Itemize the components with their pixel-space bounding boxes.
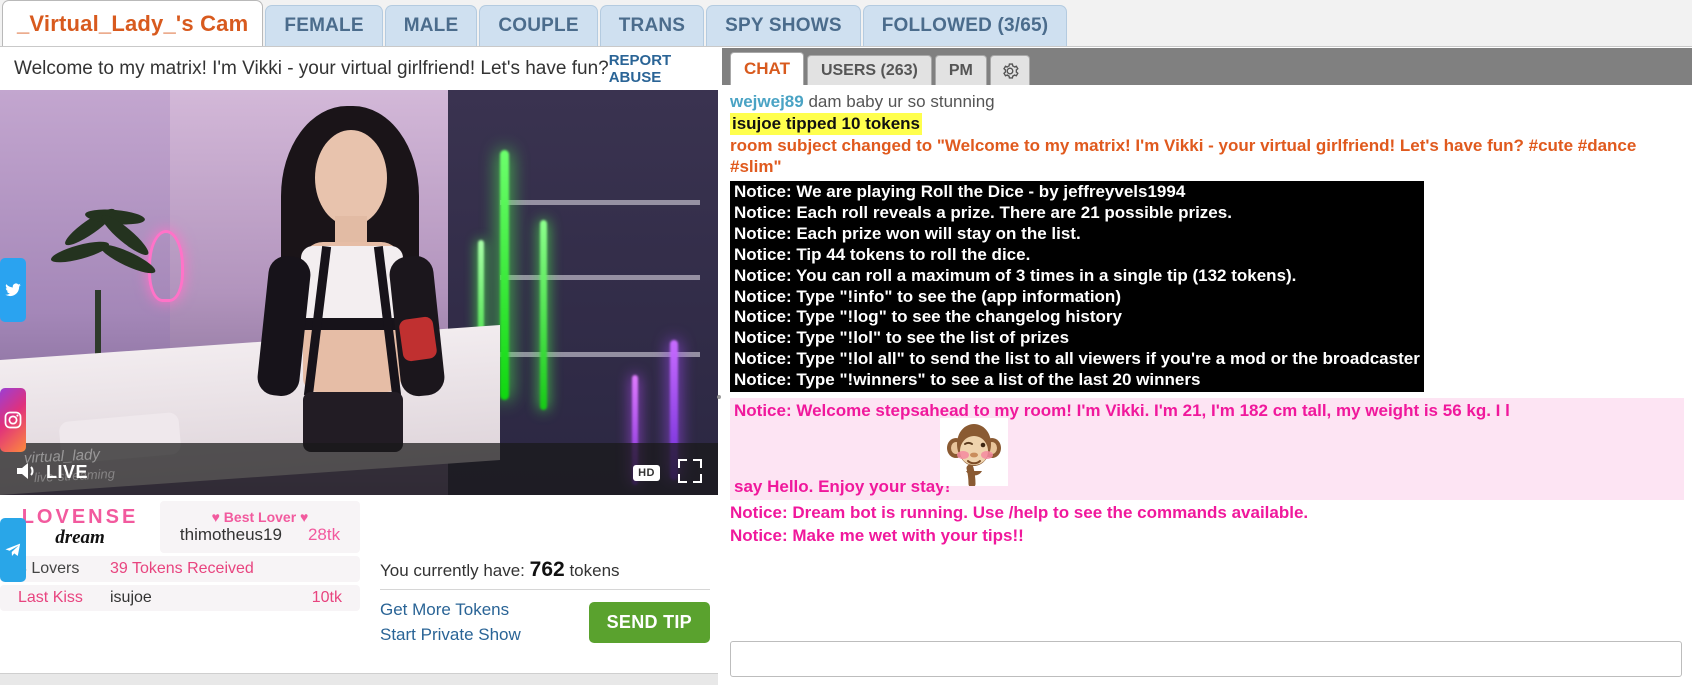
- room-subject-bar: Welcome to my matrix! I'm Vikki - your v…: [0, 48, 718, 90]
- last-kiss-name: isujoe: [110, 589, 152, 606]
- dream-bot-notice: Notice: Dream bot is running. Use /help …: [730, 502, 1309, 522]
- notice-line: Notice: Type "!lol all" to send the list…: [734, 349, 1420, 369]
- best-lover-name: thimotheus19: [179, 525, 282, 544]
- tab-trans[interactable]: TRANS: [599, 5, 705, 46]
- wet-tips-notice: Notice: Make me wet with your tips!!: [730, 525, 1024, 545]
- chat-column: CHAT USERS (263) PM wejwej89 dam baby ur…: [722, 48, 1692, 685]
- lovense-panel: LOVENSE dream ♥ Best Lover ♥ thimotheus1…: [0, 501, 360, 673]
- token-balance-line: You currently have: 762 tokens: [380, 558, 710, 590]
- video-control-bar: [0, 443, 718, 495]
- balance-prefix: You currently have:: [380, 561, 525, 580]
- monkey-emoticon-icon: [940, 418, 1008, 488]
- tokens-received: 39 Tokens Received: [110, 560, 254, 577]
- tab-spy-shows[interactable]: SPY SHOWS: [706, 5, 861, 46]
- start-private-show-link[interactable]: Start Private Show: [380, 623, 521, 648]
- twitter-icon[interactable]: [0, 258, 26, 322]
- lovers-count: 3 Lovers: [18, 560, 80, 577]
- volume-icon[interactable]: [14, 459, 40, 483]
- chat-input[interactable]: [730, 641, 1682, 677]
- live-indicator: LIVE: [46, 462, 89, 482]
- balance-amount: 762: [529, 558, 565, 581]
- lovense-brand-word: LOVENSE: [21, 506, 139, 528]
- chat-input-wrapper: [730, 641, 1682, 677]
- column-splitter[interactable]: [714, 385, 724, 409]
- chat-message-text: dam baby ur so stunning: [808, 92, 995, 111]
- best-lover-card: ♥ Best Lover ♥ thimotheus19 28tk: [160, 501, 360, 553]
- dice-notice-block: Notice: We are playing Roll the Dice - b…: [730, 181, 1424, 393]
- notice-line: Notice: We are playing Roll the Dice - b…: [734, 182, 1186, 201]
- last-kiss-row: Last Kiss isujoe 10tk: [0, 585, 360, 611]
- welcome-notice-text: Notice: Welcome stepsahead to my room! I…: [734, 401, 1510, 421]
- notice-line: Notice: You can roll a maximum of 3 time…: [734, 265, 1297, 285]
- tab-pm[interactable]: PM: [934, 55, 987, 85]
- room-subject-text: Welcome to my matrix! I'm Vikki - your v…: [14, 58, 609, 79]
- stream-column: Welcome to my matrix! I'm Vikki - your v…: [0, 48, 718, 685]
- video-player[interactable]: virtual_lady live-streaming LIVE HD: [0, 90, 718, 495]
- chat-username[interactable]: wejwej89: [730, 92, 804, 111]
- notice-line: Notice: Each roll reveals a prize. There…: [734, 202, 1232, 222]
- send-tip-button[interactable]: SEND TIP: [588, 602, 710, 644]
- tab-followed[interactable]: FOLLOWED (3/65): [862, 5, 1068, 46]
- top-tab-bar: _Virtual_Lady_'s Cam FEMALE MALE COUPLE …: [0, 0, 1692, 47]
- notice-line: Notice: Each prize won will stay on the …: [734, 223, 1081, 243]
- tab-male[interactable]: MALE: [384, 5, 478, 46]
- tip-notification: isujoe tipped 10 tokens: [730, 112, 922, 135]
- instagram-icon[interactable]: [0, 388, 26, 452]
- tab-virtual-lady-cam[interactable]: _Virtual_Lady_'s Cam: [2, 0, 264, 46]
- notice-line: Notice: Type "!log" to see the changelog…: [734, 307, 1122, 327]
- room-subject-change-message: room subject changed to "Welcome to my m…: [730, 135, 1637, 177]
- tab-users[interactable]: USERS (263): [806, 55, 932, 85]
- tab-chat[interactable]: CHAT: [730, 52, 804, 85]
- video-frame-image: [0, 90, 718, 495]
- last-kiss-label: Last Kiss: [18, 589, 83, 606]
- tab-couple[interactable]: COUPLE: [479, 5, 598, 46]
- chat-message-user: wejwej89 dam baby ur so stunning: [730, 91, 1684, 113]
- welcome-notice-end-text: say Hello. Enjoy your stay!: [734, 476, 951, 496]
- notice-line: Notice: Type "!info" to see the (app inf…: [734, 286, 1121, 306]
- balance-suffix: tokens: [569, 561, 620, 580]
- best-lover-tokens: 28tk: [307, 525, 341, 544]
- tip-panel: You currently have: 762 tokens Get More …: [380, 558, 710, 647]
- notice-line: Notice: Tip 44 tokens to roll the dice.: [734, 244, 1031, 264]
- player-footer-bar: Theater Mode | Interactive Full Screen: [0, 673, 718, 685]
- cam-site-page: _Virtual_Lady_'s Cam FEMALE MALE COUPLE …: [0, 0, 1692, 685]
- fullscreen-icon[interactable]: [678, 459, 702, 483]
- get-more-tokens-link[interactable]: Get More Tokens: [380, 598, 521, 623]
- last-kiss-tokens: 10tk: [311, 589, 342, 606]
- notice-line: Notice: Type "!lol" to see the list of p…: [734, 328, 1070, 348]
- tab-female[interactable]: FEMALE: [265, 5, 383, 46]
- best-lover-title: ♥ Best Lover ♥: [211, 509, 309, 525]
- notice-line: Notice: Type "!winners" to see a list of…: [734, 370, 1201, 390]
- lovers-stat-row: 3 Lovers 39 Tokens Received: [0, 556, 360, 582]
- telegram-icon[interactable]: [0, 518, 26, 582]
- welcome-notice-block: Notice: Welcome stepsahead to my room! I…: [730, 398, 1684, 500]
- chat-settings-gear-icon[interactable]: [989, 55, 1030, 85]
- report-abuse-link[interactable]: REPORT ABUSE: [609, 52, 708, 86]
- chat-message-list[interactable]: wejwej89 dam baby ur so stunning isujoe …: [722, 85, 1692, 603]
- lovense-brand-sub: dream: [55, 527, 105, 548]
- chat-tab-bar: CHAT USERS (263) PM: [722, 48, 1692, 85]
- hd-quality-badge[interactable]: HD: [633, 465, 660, 481]
